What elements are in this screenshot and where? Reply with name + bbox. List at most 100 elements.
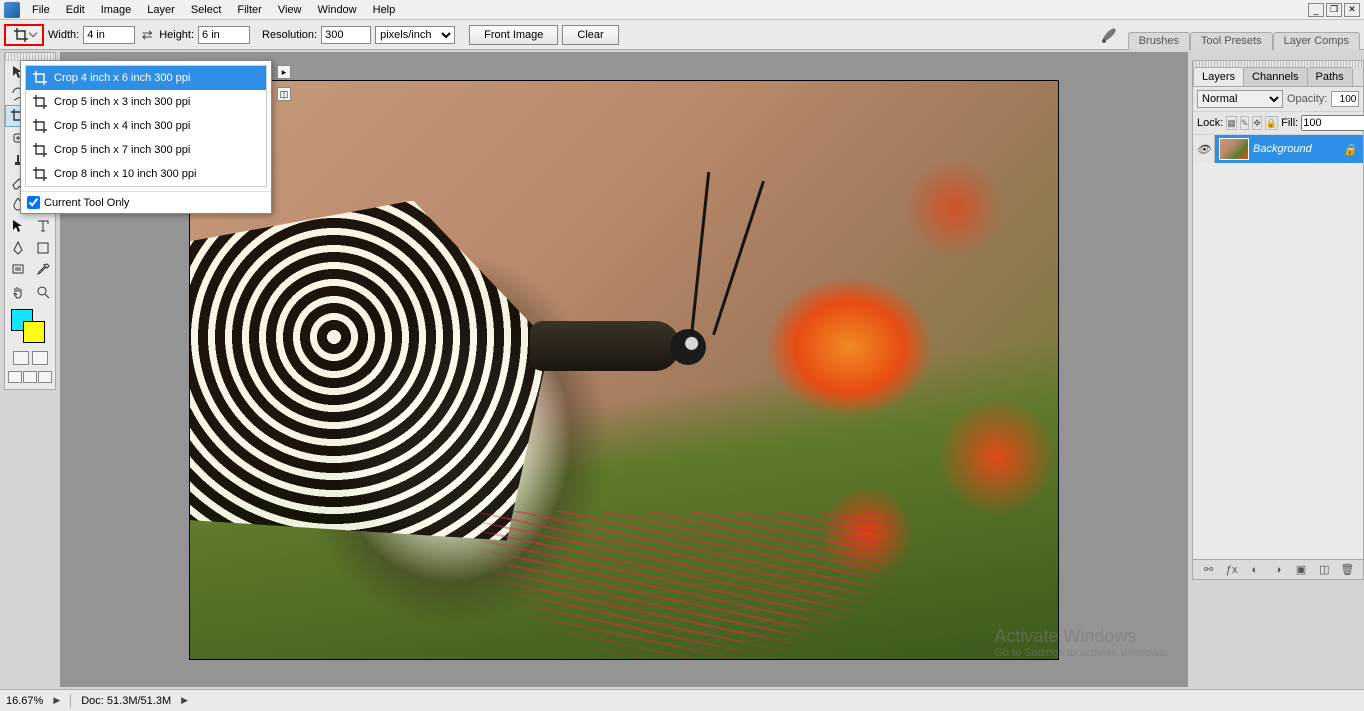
image-content bbox=[190, 201, 550, 541]
background-color[interactable] bbox=[23, 321, 45, 343]
menu-view[interactable]: View bbox=[270, 2, 310, 18]
delete-layer-icon[interactable]: 🗑 bbox=[1339, 563, 1355, 577]
lock-paint-icon[interactable]: ✎ bbox=[1240, 116, 1250, 130]
image-content bbox=[690, 171, 710, 335]
status-bar: 16.67% ▶ Doc: 51.3M/51.3M ▶ bbox=[0, 689, 1364, 711]
document-canvas[interactable] bbox=[189, 80, 1059, 660]
menu-edit[interactable]: Edit bbox=[58, 2, 93, 18]
fill-label: Fill: bbox=[1281, 117, 1298, 129]
tool-eyedropper[interactable] bbox=[30, 259, 55, 281]
tool-zoom[interactable] bbox=[30, 281, 55, 303]
menu-help[interactable]: Help bbox=[365, 2, 404, 18]
screen-mode-standard[interactable] bbox=[8, 371, 22, 383]
menu-file[interactable]: File bbox=[24, 2, 58, 18]
chevron-down-icon bbox=[28, 29, 36, 37]
preset-item-label: Crop 5 inch x 4 inch 300 ppi bbox=[54, 120, 190, 132]
width-input[interactable] bbox=[83, 26, 135, 44]
tool-preset-popup: Crop 4 inch x 6 inch 300 ppi Crop 5 inch… bbox=[20, 60, 272, 214]
preset-item[interactable]: Crop 5 inch x 7 inch 300 ppi bbox=[26, 138, 266, 162]
lock-move-icon[interactable]: ✥ bbox=[1252, 116, 1262, 130]
preset-item[interactable]: Crop 8 inch x 10 inch 300 ppi bbox=[26, 162, 266, 186]
image-content bbox=[670, 329, 706, 365]
window-close-button[interactable]: ✕ bbox=[1344, 3, 1360, 17]
preset-list: Crop 4 inch x 6 inch 300 ppi Crop 5 inch… bbox=[25, 65, 267, 187]
opacity-input[interactable] bbox=[1331, 91, 1359, 107]
height-label: Height: bbox=[159, 29, 194, 41]
menu-image[interactable]: Image bbox=[93, 2, 140, 18]
app-icon bbox=[4, 2, 20, 18]
palette-tab-layer-comps[interactable]: Layer Comps bbox=[1273, 32, 1360, 50]
swap-dimensions-button[interactable]: ⇄ bbox=[139, 27, 155, 43]
crop-icon bbox=[32, 166, 48, 182]
tool-type[interactable] bbox=[30, 215, 55, 237]
layer-lock-icon: 🔒 bbox=[1343, 143, 1357, 156]
front-image-button[interactable]: Front Image bbox=[469, 25, 558, 45]
image-content bbox=[530, 321, 680, 371]
zoom-arrow-icon[interactable]: ▶ bbox=[53, 695, 60, 706]
preset-new-button[interactable]: ◫ bbox=[277, 87, 291, 101]
preset-item-label: Crop 4 inch x 6 inch 300 ppi bbox=[54, 72, 190, 84]
palette-tab-tool-presets[interactable]: Tool Presets bbox=[1190, 32, 1273, 50]
current-tool-only-checkbox[interactable] bbox=[27, 196, 40, 209]
quickmask-mode-button[interactable] bbox=[32, 351, 48, 365]
preset-item[interactable]: Crop 5 inch x 3 inch 300 ppi bbox=[26, 90, 266, 114]
lock-label: Lock: bbox=[1197, 117, 1223, 129]
preset-item-label: Crop 5 inch x 3 inch 300 ppi bbox=[54, 96, 190, 108]
menu-layer[interactable]: Layer bbox=[139, 2, 183, 18]
resolution-unit-select[interactable]: pixels/inch bbox=[375, 26, 455, 44]
height-input[interactable] bbox=[198, 26, 250, 44]
tab-paths[interactable]: Paths bbox=[1307, 67, 1353, 86]
image-content bbox=[712, 180, 765, 335]
tab-channels[interactable]: Channels bbox=[1243, 67, 1307, 86]
tool-shape[interactable] bbox=[30, 237, 55, 259]
tool-notes[interactable] bbox=[5, 259, 30, 281]
brush-engine-icon[interactable] bbox=[1098, 23, 1122, 47]
layer-row[interactable]: 👁 Background 🔒 bbox=[1193, 135, 1363, 163]
crop-icon bbox=[32, 118, 48, 134]
color-well[interactable] bbox=[5, 303, 55, 347]
window-restore-button[interactable]: ❐ bbox=[1326, 3, 1342, 17]
menu-window[interactable]: Window bbox=[310, 2, 365, 18]
zoom-readout[interactable]: 16.67% bbox=[6, 695, 43, 707]
lock-transparency-icon[interactable]: ▦ bbox=[1226, 116, 1237, 130]
layer-style-icon[interactable]: ƒx bbox=[1224, 563, 1240, 577]
doc-info-readout[interactable]: Doc: 51.3M/51.3M bbox=[81, 695, 171, 707]
preset-flyout-button[interactable]: ▸ bbox=[277, 65, 291, 79]
crop-icon bbox=[32, 94, 48, 110]
layer-visibility-icon[interactable]: 👁 bbox=[1193, 135, 1215, 163]
doc-info-arrow-icon[interactable]: ▶ bbox=[181, 695, 188, 706]
link-layers-icon[interactable]: ⚯ bbox=[1201, 563, 1217, 577]
new-layer-icon[interactable]: ◫ bbox=[1316, 563, 1332, 577]
layers-panel: Layers Channels Paths Normal Opacity: Lo… bbox=[1192, 60, 1364, 580]
layer-mask-icon[interactable]: ◐ bbox=[1247, 563, 1263, 577]
layer-name[interactable]: Background bbox=[1253, 143, 1312, 155]
screen-mode-full[interactable] bbox=[38, 371, 52, 383]
layers-panel-footer: ⚯ ƒx ◐ ◑ ▣ ◫ 🗑 bbox=[1193, 559, 1363, 579]
window-minimize-button[interactable]: _ bbox=[1308, 3, 1324, 17]
layer-list: 👁 Background 🔒 bbox=[1193, 135, 1363, 559]
width-label: Width: bbox=[48, 29, 79, 41]
tool-pen[interactable] bbox=[5, 237, 30, 259]
tab-layers[interactable]: Layers bbox=[1193, 67, 1244, 86]
resolution-label: Resolution: bbox=[262, 29, 317, 41]
palette-tab-brushes[interactable]: Brushes bbox=[1128, 32, 1190, 50]
preset-item[interactable]: Crop 5 inch x 4 inch 300 ppi bbox=[26, 114, 266, 138]
layer-thumbnail[interactable] bbox=[1219, 138, 1249, 160]
tool-preset-picker[interactable] bbox=[4, 24, 44, 46]
screen-mode-full-menus[interactable] bbox=[23, 371, 37, 383]
menu-filter[interactable]: Filter bbox=[229, 2, 269, 18]
lock-all-icon[interactable]: 🔒 bbox=[1265, 116, 1278, 130]
resolution-input[interactable] bbox=[321, 26, 371, 44]
standard-mode-button[interactable] bbox=[13, 351, 29, 365]
blend-mode-select[interactable]: Normal bbox=[1197, 90, 1283, 108]
tool-path-select[interactable] bbox=[5, 215, 30, 237]
clear-button[interactable]: Clear bbox=[562, 25, 618, 45]
layer-group-icon[interactable]: ▣ bbox=[1293, 563, 1309, 577]
preset-item[interactable]: Crop 4 inch x 6 inch 300 ppi bbox=[26, 66, 266, 90]
screen-mode-switch bbox=[5, 369, 55, 389]
fill-input[interactable] bbox=[1301, 115, 1364, 131]
current-tool-only-label: Current Tool Only bbox=[44, 197, 129, 209]
adjustment-layer-icon[interactable]: ◑ bbox=[1270, 563, 1286, 577]
menu-select[interactable]: Select bbox=[183, 2, 230, 18]
tool-hand[interactable] bbox=[5, 281, 30, 303]
